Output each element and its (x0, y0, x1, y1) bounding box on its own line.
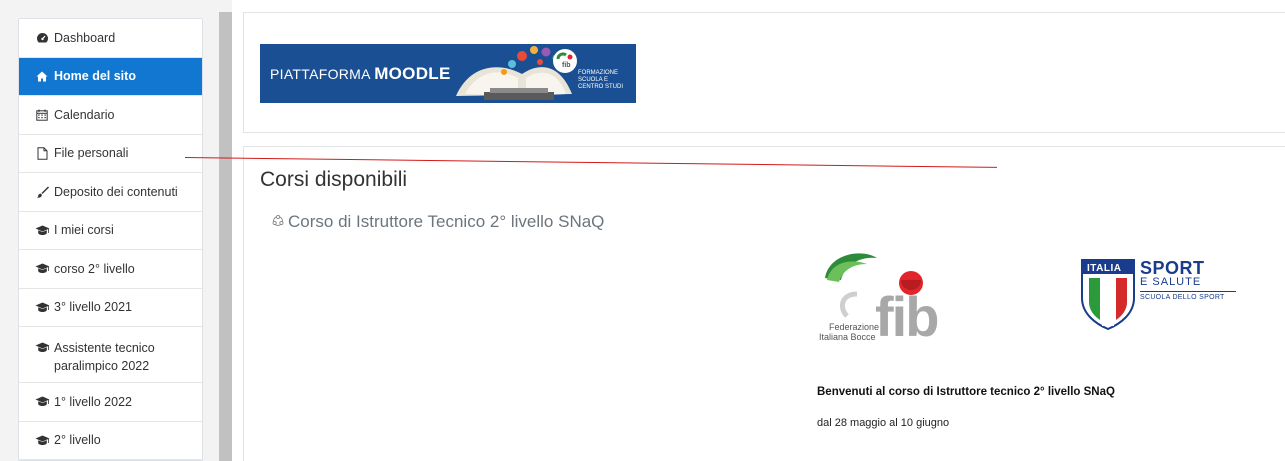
nav-item-home[interactable]: Home del sito (19, 57, 202, 96)
nav-item-calendar[interactable]: Calendario (19, 96, 202, 135)
sport-e-salute-logo: ITALIA SPORT E SALUTE SCUOLA DELLO SPORT (1080, 258, 1255, 333)
nav-item-label: Assistente tecnico paralimpico 2022 (54, 341, 155, 373)
nav-item-label: Calendario (54, 107, 115, 122)
nav-item-label: 1° livello 2022 (54, 394, 132, 409)
graduation-cap-icon (34, 396, 50, 407)
nav-item-content-bank[interactable]: Deposito dei contenuti (19, 173, 202, 212)
banner-badge: fib (562, 62, 571, 69)
nav-list: Dashboard Home del sito Calendario File … (18, 18, 203, 461)
nav-item-course[interactable]: 2° livello (19, 422, 202, 460)
welcome-text: Benvenuti al corso di Istruttore tecnico… (817, 386, 1115, 398)
nav-item-course[interactable]: Assistente tecnico paralimpico 2022 (19, 327, 202, 383)
banner-title: PIATTAFORMA MOODLE (270, 64, 451, 83)
section-title: Corsi disponibili (260, 168, 408, 191)
nav-item-label: Deposito dei contenuti (54, 184, 178, 199)
graduation-cap-icon (34, 302, 50, 313)
dashboard-icon (34, 32, 50, 44)
course-link[interactable]: Corso di Istruttore Tecnico 2° livello S… (272, 212, 604, 232)
brush-icon (34, 186, 50, 198)
course-dates: dal 28 maggio al 10 giugno (817, 417, 950, 429)
nav-item-label: corso 2° livello (54, 261, 135, 276)
nav-item-my-courses[interactable]: I miei corsi (19, 212, 202, 250)
nav-item-label: 3° livello 2021 (54, 300, 132, 315)
logo-divider (1140, 291, 1236, 292)
course-icon (272, 214, 284, 230)
nav-item-course[interactable]: 1° livello 2022 (19, 383, 202, 422)
banner-subtitle: FORMAZIONE SCUOLA E CENTRO STUDI (578, 70, 623, 90)
fib-logo-text: fib (875, 285, 939, 348)
nav-item-private-files[interactable]: File personali (19, 135, 202, 173)
graduation-cap-icon (34, 435, 50, 446)
moodle-banner[interactable]: PIATTAFORMA MOODLE FORMAZIONE SCUOLA E C… (260, 44, 636, 103)
file-icon (34, 147, 50, 160)
fib-caption-line2: Italiana Bocce (819, 332, 876, 342)
graduation-cap-icon (34, 342, 50, 353)
nav-item-label: Dashboard (54, 30, 116, 45)
scuola-label: SCUOLA DELLO SPORT (1140, 294, 1225, 301)
calendar-icon (34, 109, 50, 121)
course-name: Corso di Istruttore Tecnico 2° livello S… (288, 212, 605, 231)
nav-item-course[interactable]: corso 2° livello (19, 250, 202, 289)
nav-item-label: I miei corsi (54, 223, 114, 238)
nav-item-course[interactable]: 3° livello 2021 (19, 289, 202, 327)
nav-item-dashboard[interactable]: Dashboard (19, 19, 202, 58)
fib-caption-line1: Federazione (829, 322, 880, 332)
nav-item-label: Home del sito (54, 69, 136, 84)
graduation-cap-icon (34, 263, 50, 274)
salute-label: E SALUTE (1140, 276, 1202, 288)
nav-item-label: 2° livello (54, 433, 101, 448)
fib-logo: fib Federazione Italiana Bocce (817, 250, 967, 346)
italia-label: ITALIA (1087, 263, 1122, 274)
graduation-cap-icon (34, 225, 50, 236)
drawer-scrollbar[interactable] (219, 12, 232, 461)
nav-drawer: Dashboard Home del sito Calendario File … (0, 0, 232, 461)
home-icon (34, 71, 50, 82)
nav-item-label: File personali (54, 146, 129, 161)
